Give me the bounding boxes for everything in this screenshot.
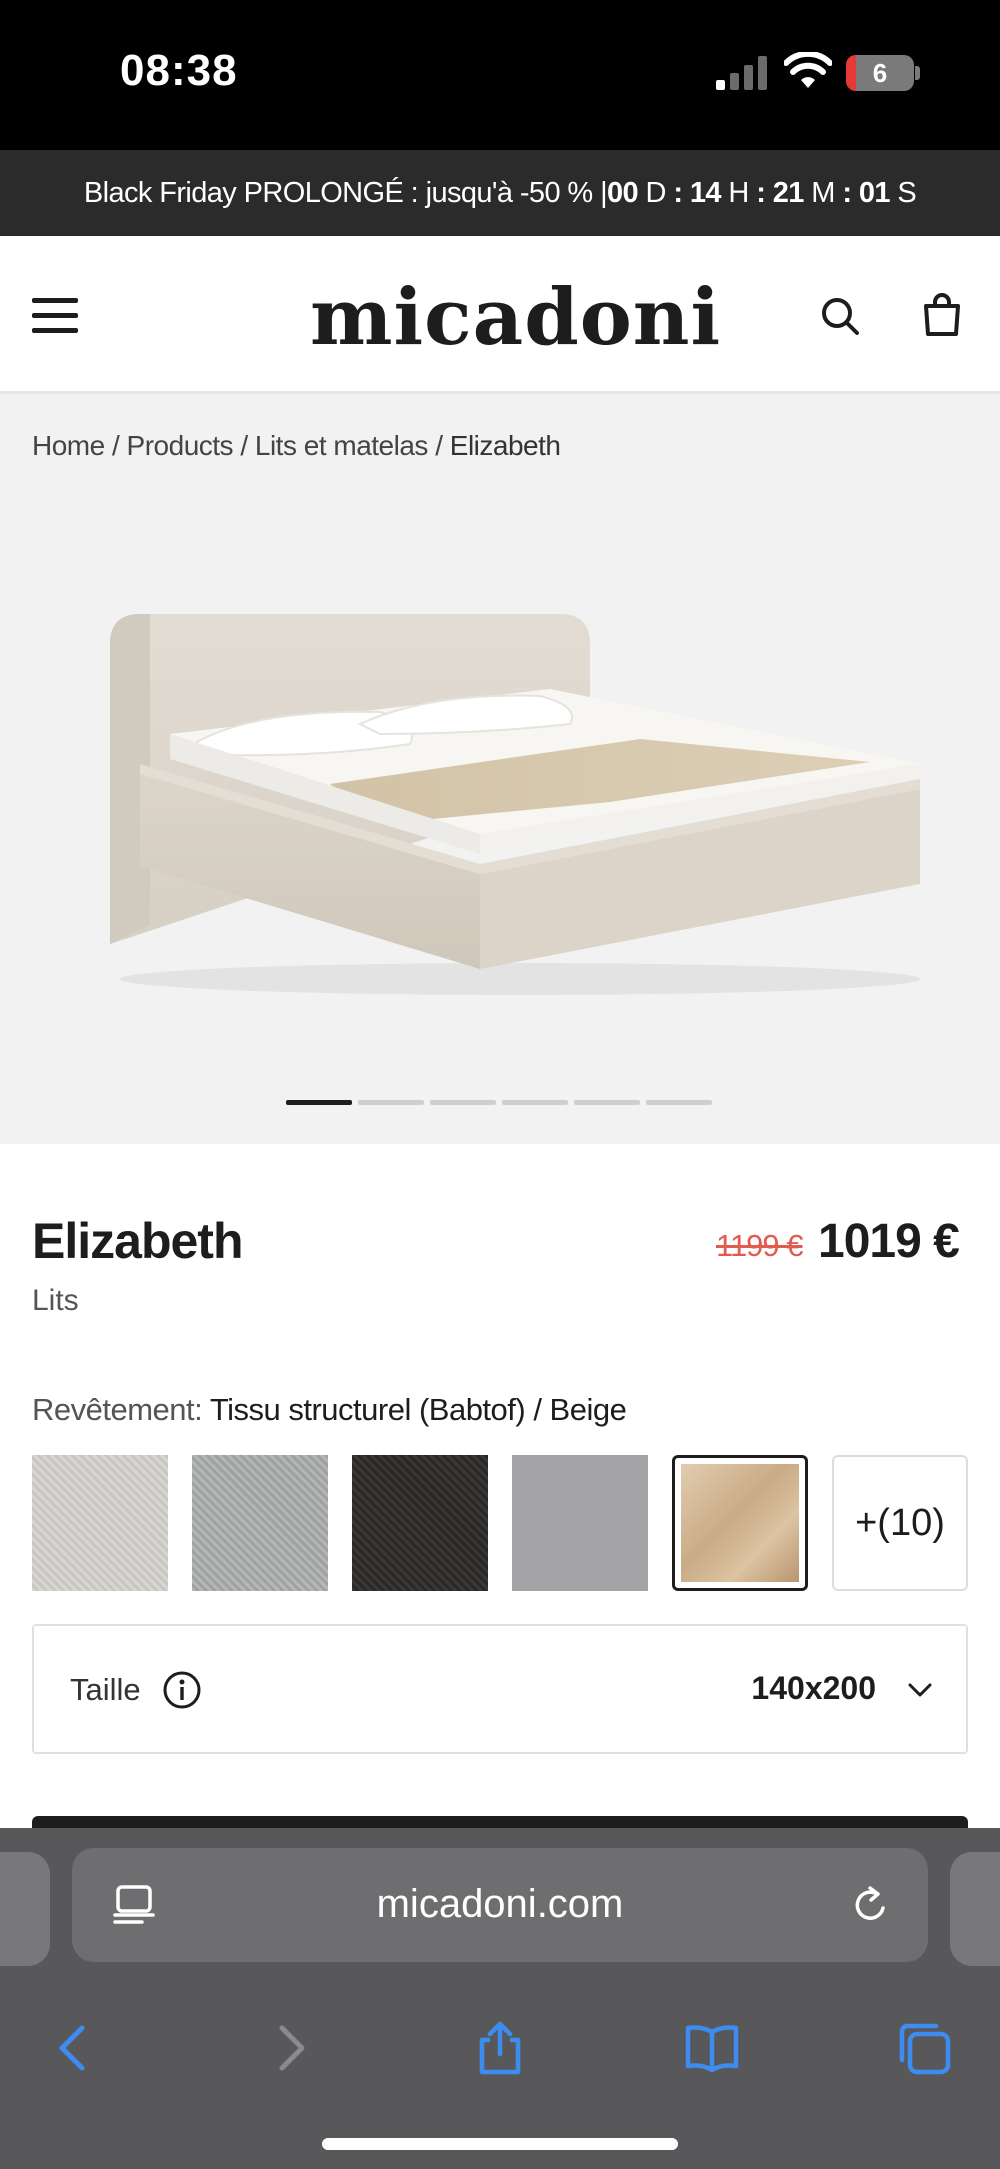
battery-nub [915,66,920,80]
original-price: 1199 € [716,1228,804,1263]
browser-chrome: micadoni.com [0,1828,1000,2169]
swatch-grey[interactable] [192,1455,328,1591]
countdown-separator: : [756,176,766,209]
chevron-down-icon [908,1683,932,1697]
product-image-bed[interactable] [80,584,940,1004]
forward-icon[interactable] [262,2020,318,2076]
breadcrumb-home[interactable]: Home [32,430,105,461]
home-indicator[interactable] [322,2138,678,2150]
product-category: Lits [32,1284,79,1317]
carousel-dot[interactable] [574,1100,640,1105]
countdown-separator: : [673,176,683,209]
swatch-dark-grey[interactable] [352,1455,488,1591]
back-icon[interactable] [46,2020,102,2076]
reload-icon[interactable] [850,1884,892,1926]
url-text[interactable]: micadoni.com [72,1882,928,1927]
breadcrumb-separator: / [435,430,443,461]
carousel-dot-active[interactable] [286,1100,352,1105]
carousel-dot[interactable] [358,1100,424,1105]
swatch-light-grey[interactable] [32,1455,168,1591]
breadcrumb-separator: / [240,430,248,461]
breadcrumb-products[interactable]: Products [127,430,234,461]
carousel-dot[interactable] [646,1100,712,1105]
countdown-days-unit: D [645,176,667,209]
battery-icon: 6 [846,55,914,91]
countdown-separator: : [842,176,852,209]
covering-label: Revêtement: Tissu structurel (Babtof) / … [32,1392,627,1428]
sale-price: 1019 € [818,1215,960,1268]
product-title: Elizabeth [32,1213,243,1269]
size-label: Taille [70,1672,141,1707]
tabs-icon[interactable] [896,2020,952,2076]
cellular-signal-icon [716,56,767,90]
carousel-dot[interactable] [502,1100,568,1105]
carousel-dot[interactable] [430,1100,496,1105]
status-bar: 08:38 6 [0,0,1000,150]
swatch-beige-selected[interactable] [672,1455,808,1591]
previous-tab-peek[interactable] [0,1852,50,1966]
share-icon[interactable] [472,2020,528,2076]
wifi-icon [784,52,832,88]
promo-banner[interactable]: Black Friday PROLONGÉ : jusqu'à -50 % | … [0,150,1000,236]
size-value: 140x200 [751,1670,876,1706]
breadcrumb-category[interactable]: Lits et matelas [255,430,429,461]
breadcrumb-current: Elizabeth [449,430,561,461]
breadcrumb: Home / Products / Lits et matelas / Eliz… [32,430,561,462]
swatch-medium-grey[interactable] [512,1455,648,1591]
countdown-minutes: 21 [772,176,805,209]
site-header: micadoni [0,236,1000,394]
covering-label-text: Revêtement: [32,1392,203,1427]
browser-toolbar [0,1988,1000,2098]
countdown-seconds-unit: S [897,176,917,209]
countdown-seconds: 01 [858,176,891,209]
info-icon[interactable] [162,1670,202,1710]
size-selector[interactable]: Taille 140x200 [32,1624,968,1754]
next-tab-peek[interactable] [950,1852,1000,1966]
countdown-hours-unit: H [728,176,749,209]
status-time: 08:38 [120,46,238,95]
countdown-minutes-unit: M [811,176,835,209]
site-logo[interactable]: micadoni [310,272,720,363]
shopping-bag-icon[interactable] [922,292,962,336]
search-icon[interactable] [820,296,860,336]
covering-selected-value: Tissu structurel (Babtof) / Beige [209,1392,627,1427]
address-bar[interactable]: micadoni.com [72,1848,928,1962]
bookmarks-icon[interactable] [684,2020,740,2076]
breadcrumb-separator: / [111,430,120,461]
battery-level: 6 [872,58,888,88]
promo-text: Black Friday PROLONGÉ : jusqu'à -50 % | [83,176,608,209]
more-swatches-button[interactable]: +(10) [832,1455,968,1591]
countdown-days: 00 [607,176,639,209]
hamburger-menu-icon[interactable] [32,298,78,334]
countdown-hours: 14 [689,176,722,209]
product-gallery[interactable]: Home / Products / Lits et matelas / Eliz… [0,394,1000,1144]
carousel-indicator[interactable] [286,1100,712,1106]
